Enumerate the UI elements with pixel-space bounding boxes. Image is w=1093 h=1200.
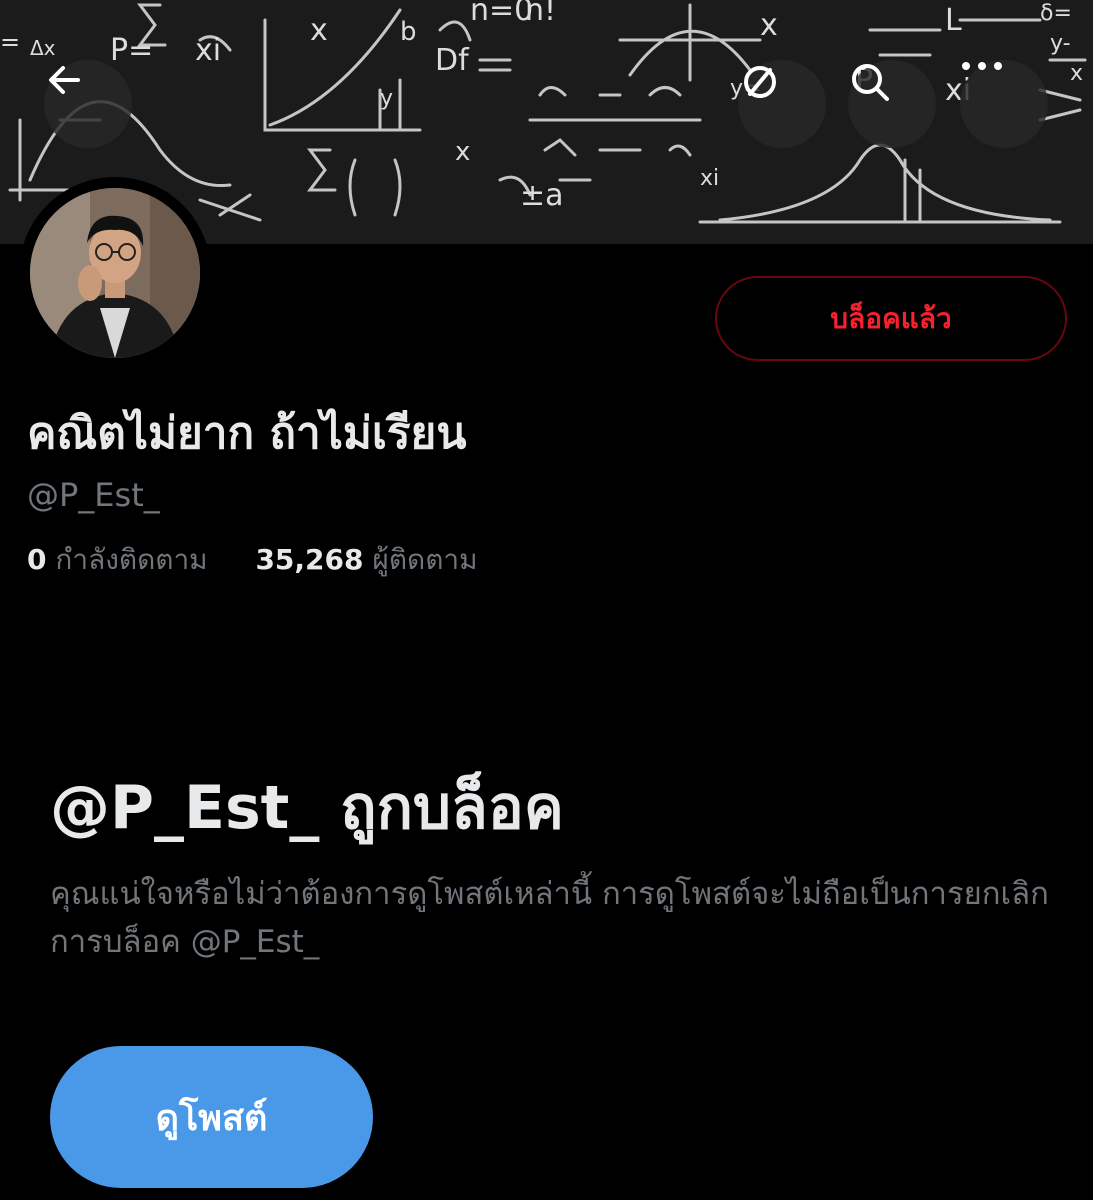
svg-text:Df: Df bbox=[435, 43, 470, 78]
following-count: 0 bbox=[27, 543, 47, 576]
svg-text:L: L bbox=[945, 3, 962, 38]
user-handle: @P_Est_ bbox=[27, 476, 160, 514]
blocked-button[interactable]: บล็อคแล้ว bbox=[715, 276, 1067, 361]
avatar[interactable] bbox=[19, 177, 211, 369]
back-button[interactable] bbox=[44, 60, 132, 148]
search-icon bbox=[852, 64, 889, 101]
svg-text:n=0: n=0 bbox=[470, 0, 533, 28]
no-notifications-icon bbox=[744, 66, 776, 98]
blocked-notice-title: @P_Est_ ถูกบล็อค bbox=[50, 773, 564, 843]
svg-text:x: x bbox=[310, 13, 328, 48]
blocked-notice-description: คุณแน่ใจหรือไม่ว่าต้องการดูโพสต์เหล่านี้… bbox=[50, 876, 1049, 960]
avatar-photo bbox=[30, 188, 200, 358]
following-label: กำลังติดตาม bbox=[55, 543, 208, 576]
svg-text:=: = bbox=[0, 28, 20, 56]
display-name: คณิตไม่ยาก ถ้าไม่เรียน bbox=[27, 408, 467, 459]
svg-text:b: b bbox=[400, 17, 417, 47]
following-link[interactable]: 0 กำลังติดตาม bbox=[27, 543, 217, 576]
notifications-off-button[interactable] bbox=[738, 60, 826, 148]
search-button[interactable] bbox=[848, 60, 936, 148]
more-button[interactable] bbox=[960, 60, 1048, 148]
follow-stats: 0 กำลังติดตาม 35,268 ผู้ติดตาม bbox=[27, 538, 478, 582]
svg-text:x: x bbox=[760, 8, 778, 43]
svg-text:xi: xi bbox=[700, 166, 719, 191]
view-posts-button[interactable]: ดูโพสต์ bbox=[50, 1046, 373, 1188]
blocked-button-label: บล็อคแล้ว bbox=[830, 301, 952, 335]
svg-text:P=: P= bbox=[110, 33, 153, 68]
arrow-left-icon bbox=[49, 66, 80, 94]
svg-text:x: x bbox=[455, 137, 470, 167]
more-icon bbox=[962, 62, 1002, 70]
svg-text:y-: y- bbox=[1050, 31, 1071, 56]
svg-text:Δx: Δx bbox=[30, 36, 56, 60]
svg-text:xi: xi bbox=[195, 33, 221, 68]
svg-text:y: y bbox=[380, 86, 393, 111]
followers-count: 35,268 bbox=[255, 543, 364, 576]
svg-text:δ=: δ= bbox=[1040, 1, 1072, 26]
svg-text:x: x bbox=[1070, 61, 1083, 86]
view-posts-label: ดูโพสต์ bbox=[155, 1097, 268, 1139]
followers-link[interactable]: 35,268 ผู้ติดตาม bbox=[255, 543, 477, 576]
svg-text:n!: n! bbox=[525, 0, 556, 28]
svg-text:±a: ±a bbox=[520, 178, 564, 213]
followers-label: ผู้ติดตาม bbox=[372, 543, 478, 576]
